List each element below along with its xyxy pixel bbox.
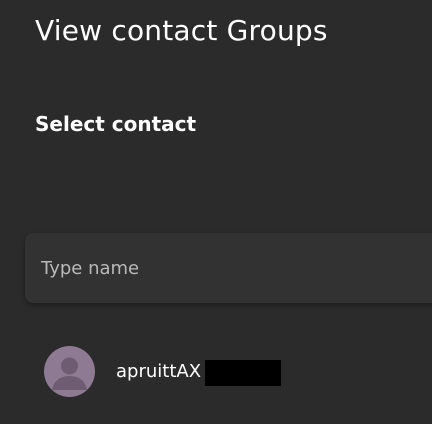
contact-name: apruittAX [116, 360, 202, 382]
page-title: View contact Groups [35, 14, 328, 47]
redacted-text-block [205, 359, 282, 386]
avatar [44, 345, 95, 397]
contact-search-input[interactable] [41, 257, 401, 279]
contact-search-box[interactable] [25, 233, 432, 303]
person-icon [52, 357, 87, 390]
select-contact-label: Select contact [35, 112, 197, 136]
contact-list-item[interactable]: apruittAX [44, 345, 282, 397]
